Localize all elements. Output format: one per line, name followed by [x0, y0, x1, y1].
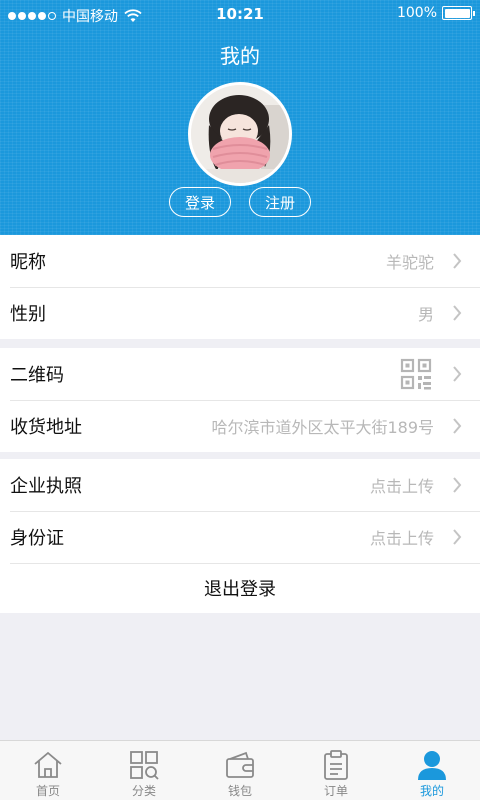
chevron-right-icon [453, 418, 462, 434]
user-icon [418, 751, 446, 780]
tab-home-label: 首页 [35, 784, 60, 798]
tab-category[interactable]: 分类 [96, 741, 192, 800]
tab-mine-label: 我的 [419, 784, 444, 798]
battery-icon [442, 6, 475, 20]
logout-button[interactable]: 退出登录 [0, 563, 480, 613]
status-bar: 中国移动 10:21 100% [0, 0, 480, 30]
battery-percent: 100% [396, 5, 437, 21]
tab-wallet-label: 钱包 [227, 784, 252, 798]
tab-order[interactable]: 订单 [288, 741, 384, 800]
gender-value: 男 [417, 305, 434, 324]
idcard-row[interactable]: 身份证 点击上传 [0, 511, 480, 563]
license-label: 企业执照 [10, 476, 82, 497]
document-group: 企业执照 点击上传 身份证 点击上传 [0, 459, 480, 563]
license-row[interactable]: 企业执照 点击上传 [0, 459, 480, 511]
auth-buttons: 登录 注册 [0, 187, 480, 217]
status-right: 100% [396, 5, 475, 21]
login-button[interactable]: 登录 [169, 187, 231, 217]
license-value: 点击上传 [369, 477, 434, 496]
category-icon [130, 751, 159, 780]
qrcode-label: 二维码 [10, 365, 64, 386]
nickname-label: 昵称 [10, 252, 46, 273]
info-group: 二维码 收货地址 哈尔滨市道外区太平大街189号 [0, 348, 480, 452]
tab-category-label: 分类 [131, 784, 156, 798]
order-icon [324, 750, 348, 780]
idcard-label: 身份证 [10, 528, 64, 549]
chevron-right-icon [453, 366, 462, 382]
chevron-right-icon [453, 477, 462, 493]
nickname-value: 羊驼驼 [385, 253, 434, 272]
chevron-right-icon [453, 253, 462, 269]
gender-label: 性别 [10, 304, 46, 325]
tab-wallet[interactable]: 钱包 [192, 741, 288, 800]
address-label: 收货地址 [10, 417, 82, 438]
avatar-image [191, 85, 289, 183]
wallet-icon [226, 751, 254, 778]
avatar[interactable] [188, 82, 292, 186]
profile-header: 中国移动 10:21 100% 我的 登录 注册 [0, 0, 480, 235]
tab-home[interactable]: 首页 [0, 741, 96, 800]
address-value: 哈尔滨市道外区太平大街189号 [211, 418, 434, 437]
home-icon [34, 751, 62, 778]
page-title: 我的 [220, 44, 260, 68]
profile-group: 昵称 羊驼驼 性别 男 [0, 235, 480, 339]
qrcode-row[interactable]: 二维码 [0, 348, 480, 400]
qr-code-icon [400, 358, 432, 390]
nickname-row[interactable]: 昵称 羊驼驼 [0, 235, 480, 287]
idcard-value: 点击上传 [369, 529, 434, 548]
gender-row[interactable]: 性别 男 [0, 287, 480, 339]
register-button[interactable]: 注册 [249, 187, 311, 217]
tab-order-label: 订单 [323, 784, 348, 798]
tab-bar: 首页 分类 钱包 订单 我的 [0, 740, 480, 800]
chevron-right-icon [453, 529, 462, 545]
address-row[interactable]: 收货地址 哈尔滨市道外区太平大街189号 [0, 400, 480, 452]
chevron-right-icon [453, 305, 462, 321]
tab-mine[interactable]: 我的 [384, 741, 480, 800]
